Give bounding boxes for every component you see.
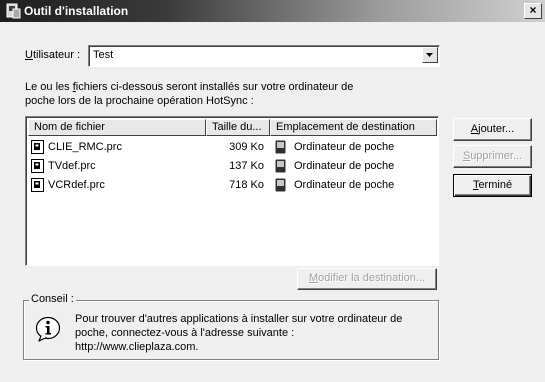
remove-button[interactable]: Supprimer... (453, 145, 532, 168)
table-row[interactable]: CLIE_RMC.prc 309 Ko Ordinateur de poche (28, 138, 436, 157)
window-title: Outil d'installation (24, 4, 129, 18)
handheld-icon (275, 140, 286, 154)
table-row[interactable]: TVdef.prc 137 Ko Ordinateur de poche (28, 157, 436, 176)
done-button[interactable]: Terminé (453, 174, 532, 197)
table-row[interactable]: VCRdef.prc 718 Ko Ordinateur de poche (28, 176, 436, 195)
handheld-icon (275, 159, 286, 173)
file-destination: Ordinateur de poche (294, 160, 395, 172)
column-header-size[interactable]: Taille du... (206, 119, 270, 136)
user-select-dropdown-button[interactable] (422, 47, 438, 63)
file-destination: Ordinateur de poche (294, 179, 395, 191)
info-icon (35, 316, 61, 342)
user-label: Utilisateur : (25, 49, 81, 61)
file-size: 718 Ko (229, 179, 264, 191)
prc-file-icon (31, 178, 44, 192)
close-button[interactable]: × (524, 3, 542, 19)
intro-text: Le ou les fichiers ci-dessous seront ins… (25, 81, 354, 107)
title-bar[interactable]: Outil d'installation × (0, 0, 545, 22)
prc-file-icon (31, 159, 44, 173)
file-destination: Ordinateur de poche (294, 141, 395, 153)
dropdown-arrow-icon (426, 53, 433, 57)
column-header-filename[interactable]: Nom de fichier (28, 119, 206, 136)
tip-title: Conseil : (29, 293, 76, 305)
file-name: TVdef.prc (48, 160, 96, 172)
file-name: CLIE_RMC.prc (48, 141, 122, 153)
user-select-value: Test (93, 49, 114, 61)
handheld-icon (275, 178, 286, 192)
add-button[interactable]: Ajouter... (453, 118, 532, 141)
file-list[interactable]: Nom de fichier Taille du... Emplacement … (25, 116, 439, 266)
modify-destination-button[interactable]: Modifier la destination... (297, 268, 437, 290)
file-size: 309 Ko (229, 141, 264, 153)
file-name: VCRdef.prc (48, 179, 105, 191)
install-tool-icon (6, 3, 21, 19)
install-tool-window: Outil d'installation × Utilisateur : Tes… (0, 0, 545, 382)
column-header-destination[interactable]: Emplacement de destination (270, 119, 437, 136)
close-icon: × (529, 3, 537, 17)
tip-text: Pour trouver d'autres applications à ins… (75, 313, 403, 353)
file-size: 137 Ko (229, 160, 264, 172)
prc-file-icon (31, 140, 44, 154)
user-select[interactable]: Test (88, 45, 440, 67)
file-list-header: Nom de fichier Taille du... Emplacement … (28, 119, 437, 136)
